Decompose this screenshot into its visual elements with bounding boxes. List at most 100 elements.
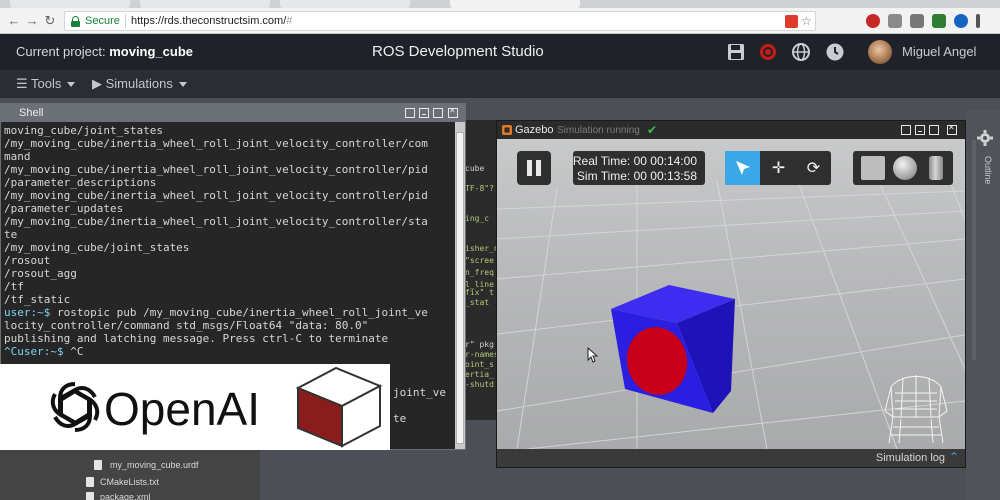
simulation-log-label: Simulation log (875, 452, 945, 464)
url-text: https://rds.theconstructsim.com/# (131, 15, 293, 27)
browser-tab[interactable] (10, 0, 130, 8)
terminal-line: /tf_static (4, 293, 71, 306)
insert-box-button[interactable] (861, 156, 885, 180)
terminal-line: te (4, 228, 18, 241)
current-project: Current project: moving_cube (16, 44, 194, 59)
file-icon (94, 460, 102, 470)
app-header: Current project: moving_cube ROS Develop… (0, 34, 1000, 70)
extension-icon[interactable] (954, 14, 968, 28)
terminal-line: te (393, 412, 407, 425)
editor-line: oint_s (465, 360, 494, 369)
simulations-menu[interactable]: ▶ Simulations (92, 76, 187, 92)
simulation-status: Simulation running (557, 125, 640, 136)
tools-menu[interactable]: ☰ Tools (16, 76, 76, 92)
terminal-line: locity_controller/command std_msgs/Float… (4, 319, 369, 332)
editor-line: ing_c (465, 214, 490, 223)
bookmark-star-icon[interactable]: ☆ (801, 15, 814, 28)
hamburger-icon: ☰ (16, 76, 28, 91)
simulation-log-bar[interactable]: Simulation log ⌃ (497, 449, 965, 467)
shell-title: Shell (19, 107, 44, 119)
extension-icon[interactable] (910, 14, 924, 28)
terminal-line: ^Cuser:~$ ^C (4, 345, 84, 358)
moving-cube-model[interactable] (607, 279, 747, 419)
insert-sphere-button[interactable] (893, 156, 917, 180)
editor-line: _stat (465, 298, 490, 307)
pause-button[interactable] (517, 151, 551, 185)
editor-line: TF-8"? (465, 184, 494, 193)
terminal-line: publishing and latching message. Press c… (4, 332, 389, 345)
app-toolbar: ☰ Tools ▶ Simulations (0, 70, 1000, 98)
file-tree-item[interactable]: my_moving_cube.urdf (110, 460, 199, 470)
terminal-line: /my_moving_cube/inertia_wheel_roll_joint… (4, 189, 428, 202)
url-input[interactable]: Secure https://rds.theconstructsim.com/#… (64, 11, 816, 31)
browser-address-bar: ← → ↻ Secure https://rds.theconstructsim… (0, 8, 1000, 34)
restore-icon[interactable] (405, 108, 415, 118)
terminal-line: /parameter_updates (4, 202, 124, 215)
ros-logo-icon[interactable] (758, 42, 778, 62)
menu-icon[interactable] (976, 14, 980, 28)
extension-icon[interactable] (932, 14, 946, 28)
file-tree-item[interactable]: package.xml (100, 492, 151, 500)
restore-icon[interactable] (901, 125, 911, 135)
editor-line: isher_n (465, 244, 499, 253)
maximize-icon[interactable] (433, 108, 443, 118)
insert-cylinder-button[interactable] (929, 156, 943, 180)
close-icon[interactable] (448, 106, 458, 118)
reload-icon[interactable]: ↻ (42, 12, 58, 30)
rotate-icon: ⟳ (806, 160, 821, 177)
chevron-down-icon (178, 82, 187, 88)
terminal-line: /my_moving_cube/joint_states (4, 241, 190, 254)
editor-line: "scree (465, 256, 494, 265)
back-icon[interactable]: ← (6, 12, 22, 30)
secure-label: Secure (85, 15, 120, 27)
terminal-line: joint_ve (393, 386, 446, 399)
shell-title-bar[interactable]: Shell (1, 104, 465, 122)
manipulation-tools: ✛ ⟳ (725, 151, 831, 185)
translate-tool-button[interactable]: ✛ (761, 151, 796, 185)
extension-icon[interactable] (888, 14, 902, 28)
minimize-icon[interactable] (915, 125, 925, 135)
close-icon[interactable] (947, 123, 957, 135)
editor-line: -shutd (465, 380, 494, 389)
save-icon[interactable] (726, 42, 746, 62)
editor-line: fix" t (465, 288, 494, 297)
settings-gear-icon[interactable] (966, 120, 1000, 150)
avatar[interactable] (868, 40, 892, 64)
select-tool-button[interactable] (725, 151, 760, 185)
app-title: ROS Development Studio (372, 43, 544, 60)
maximize-icon[interactable] (929, 125, 939, 135)
shell-scroll-thumb[interactable] (456, 132, 464, 444)
editor-line: ertia_ (465, 370, 494, 379)
gazebo-logo-icon (502, 125, 512, 135)
minimize-icon[interactable] (419, 108, 429, 118)
permissions-icon[interactable] (785, 15, 798, 28)
user-name[interactable]: Miguel Angel (902, 44, 976, 59)
outline-tab[interactable]: Outline (983, 156, 993, 185)
check-icon: ✔ (647, 123, 658, 137)
terminal-line: /rosout (4, 254, 51, 267)
browser-tab[interactable] (280, 0, 410, 8)
terminal-line: /my_moving_cube/inertia_wheel_roll_joint… (4, 163, 428, 176)
terminal-line: /my_moving_cube/inertia_wheel_roll_joint… (4, 137, 428, 150)
browser-tab[interactable] (140, 0, 270, 8)
file-tree-item[interactable]: CMakeLists.txt (100, 477, 159, 487)
rotate-tool-button[interactable]: ⟳ (796, 151, 831, 185)
shell-scrollbar[interactable] (455, 122, 465, 449)
editor-line: r-names (465, 350, 499, 359)
chevron-up-icon[interactable]: ⌃ (949, 450, 959, 464)
watermark-text: OpenAI (104, 383, 260, 435)
sim-time-display: Real Time: 00 00:14:00 Sim Time: 00 00:1… (573, 151, 705, 185)
gazebo-3d-viewport[interactable]: Real Time: 00 00:14:00 Sim Time: 00 00:1… (497, 139, 965, 449)
file-icon (86, 492, 94, 500)
terminal-line: mand (4, 150, 31, 163)
gazebo-title-bar[interactable]: Gazebo Simulation running ✔ (497, 121, 965, 139)
clock-icon[interactable] (825, 42, 845, 62)
editor-scrollbar[interactable] (972, 140, 976, 360)
forward-icon[interactable]: → (24, 12, 40, 30)
construct-cube-logo-icon (296, 366, 383, 448)
browser-tab-active[interactable] (450, 0, 580, 8)
globe-icon[interactable] (791, 42, 811, 62)
terminal-line: /rosout_agg (4, 267, 77, 280)
extension-icon[interactable] (866, 14, 880, 28)
cursor-arrow-icon (736, 161, 750, 175)
